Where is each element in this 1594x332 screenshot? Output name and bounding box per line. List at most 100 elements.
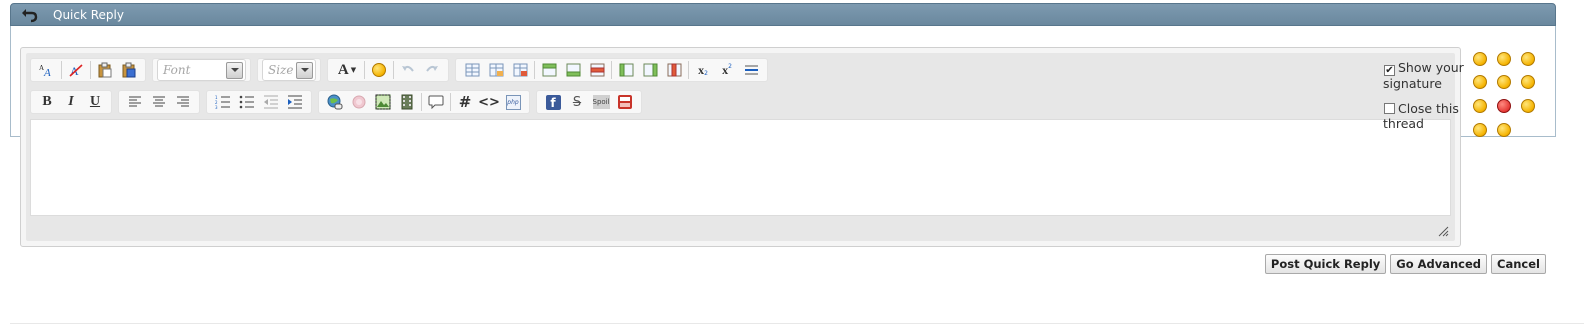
separator [90,61,91,79]
align-left-icon[interactable] [125,92,145,112]
editor-frame: AA A Font [26,53,1455,241]
toolbar-group-size: Size [257,58,321,82]
unlink-icon[interactable] [349,92,369,112]
go-advanced-button[interactable]: Go Advanced [1390,254,1488,274]
php-icon[interactable]: php [503,92,523,112]
separator [450,93,451,111]
hash-icon[interactable]: # [455,92,475,112]
smiley-icon[interactable] [369,60,389,80]
font-select[interactable]: Font [157,59,246,81]
delete-column-icon[interactable] [664,60,684,80]
chevron-down-icon: ▼ [350,66,357,74]
smiley-wink-icon[interactable] [1473,52,1487,66]
facebook-icon[interactable]: f [543,92,563,112]
font-color-icon: A [337,61,349,78]
insert-column-right-icon[interactable] [640,60,660,80]
cancel-button[interactable]: Cancel [1491,254,1546,274]
smiley-redface-icon[interactable] [1497,123,1511,137]
size-select[interactable]: Size [262,59,316,81]
font-color-button[interactable]: A ▼ [334,60,360,80]
outdent-icon[interactable] [261,92,281,112]
unordered-list-icon[interactable] [237,92,257,112]
toolbar-group-list: 123 [206,90,312,114]
smiley-frown-icon[interactable] [1521,75,1535,89]
show-signature-label: Show your signature [1383,60,1464,91]
code-icon[interactable]: <> [478,92,500,112]
svg-text:3: 3 [215,105,218,109]
subscript-icon[interactable]: x2 [693,60,713,80]
smiley-confused-icon[interactable] [1473,99,1487,113]
reply-actions: Post Quick Reply Go Advanced Cancel [1264,254,1546,274]
indent-icon[interactable] [285,92,305,112]
separator [393,61,394,79]
strikethrough-icon[interactable]: S [567,92,587,112]
quick-reply-header[interactable]: Quick Reply [10,3,1556,26]
header-title: Quick Reply [53,7,124,22]
smiley-laugh-icon[interactable] [1521,52,1535,66]
align-center-icon[interactable] [149,92,169,112]
toolbar-group-table: x2 x2 [455,58,768,82]
toolbar-group-insert: # <> php [318,90,530,114]
switch-mode-icon[interactable]: AA [37,60,57,80]
underline-button[interactable]: U [85,92,105,112]
editor: AA A Font [20,47,1461,247]
toolbar-row-1: AA A Font [30,58,774,82]
close-thread-option[interactable]: Close this thread [1383,101,1465,131]
post-quick-reply-button[interactable]: Post Quick Reply [1264,254,1387,274]
toolbar-group-format: AA A [30,58,146,82]
smiley-mad-icon[interactable] [1497,99,1511,113]
italic-button[interactable]: I [61,92,81,112]
table-properties-icon[interactable] [486,60,506,80]
separator [61,61,62,79]
paste-word-icon[interactable] [119,60,139,80]
toolbar-group-custom: f S Spoil [536,90,642,114]
smiley-cool-icon[interactable] [1473,123,1487,137]
chevron-down-icon[interactable] [226,61,243,79]
superscript-icon[interactable]: x2 [717,60,737,80]
reply-options: ✔ Show your signature Close this thread [1383,60,1465,141]
undo-icon[interactable] [398,60,418,80]
separator [611,61,612,79]
align-right-icon[interactable] [173,92,193,112]
show-signature-option[interactable]: ✔ Show your signature [1383,60,1465,91]
font-select-label: Font [163,63,191,77]
separator [421,93,422,111]
remove-format-icon[interactable]: A [66,60,86,80]
resize-handle-icon[interactable] [1437,225,1449,237]
link-icon[interactable] [325,92,345,112]
size-select-label: Size [268,63,294,77]
separator [688,61,689,79]
bold-button[interactable]: B [37,92,57,112]
separator [534,61,535,79]
toolbar-group-color: A ▼ [327,58,449,82]
insert-column-left-icon[interactable] [616,60,636,80]
show-signature-checkbox[interactable]: ✔ [1384,65,1395,76]
ordered-list-icon[interactable]: 123 [213,92,233,112]
separator [364,61,365,79]
toolbar-group-style: B I U [30,90,112,114]
redo-icon[interactable] [422,60,442,80]
table-icon[interactable] [462,60,482,80]
toolbar-group-font: Font [152,58,251,82]
svg-text:A: A [43,67,51,77]
youtube-icon[interactable] [615,92,635,112]
insert-row-above-icon[interactable] [539,60,559,80]
close-thread-checkbox[interactable] [1384,103,1395,114]
horizontal-rule-icon[interactable] [741,60,761,80]
message-textarea[interactable] [30,119,1451,216]
insert-row-below-icon[interactable] [563,60,583,80]
spoiler-icon[interactable]: Spoil [591,92,611,112]
divider [10,323,1584,324]
paste-text-icon[interactable] [95,60,115,80]
smiley-tongue-icon[interactable] [1473,75,1487,89]
image-icon[interactable] [373,92,393,112]
smiley-grin-icon[interactable] [1497,52,1511,66]
toolbar-row-2: B I U 123 # <> php f S Spoil [30,90,648,114]
delete-table-icon[interactable] [510,60,530,80]
smiley-eek-icon[interactable] [1521,99,1535,113]
quote-icon[interactable] [426,92,446,112]
delete-row-icon[interactable] [587,60,607,80]
smiley-smile-icon[interactable] [1497,75,1511,89]
video-icon[interactable] [397,92,417,112]
chevron-down-icon[interactable] [296,61,313,79]
